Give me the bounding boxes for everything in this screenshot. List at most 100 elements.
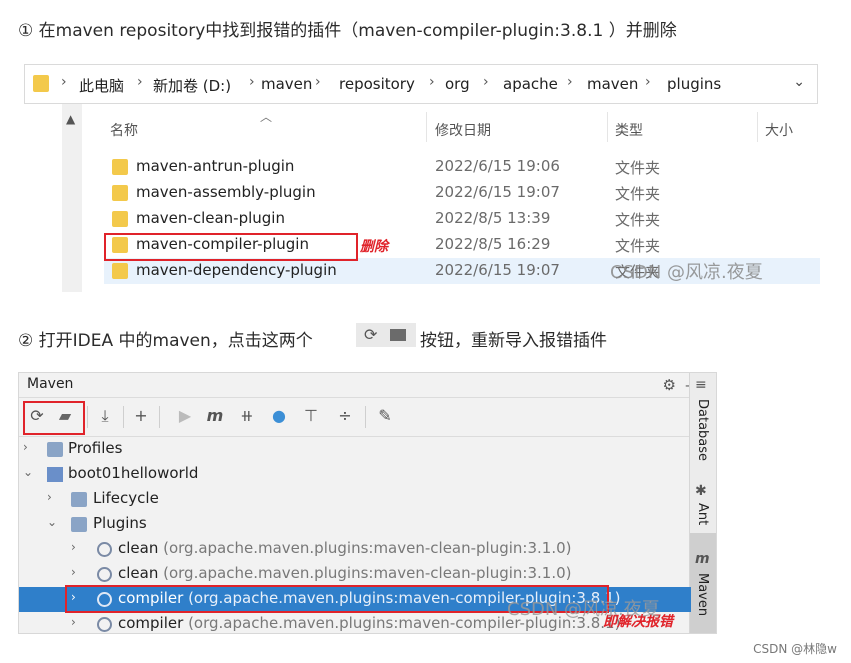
- tree-node-plugins[interactable]: ⌄ Plugins: [19, 512, 691, 537]
- tree-label: Lifecycle: [93, 489, 159, 507]
- chevron-down-icon[interactable]: ⌄: [23, 465, 33, 479]
- chevron-right-icon: ›: [645, 74, 651, 90]
- column-divider[interactable]: [426, 112, 427, 142]
- tree-node-project[interactable]: ⌄ boot01helloworld: [19, 462, 691, 487]
- step1-text: ① 在maven repository中找到报错的插件（maven-compil…: [18, 21, 677, 41]
- reload-icon: ⟳: [364, 325, 378, 344]
- file-type: 文件夹: [615, 237, 661, 255]
- tree-label: Plugins: [93, 514, 147, 532]
- delete-annotation: 删除: [360, 239, 388, 255]
- maven-icon: m: [695, 551, 710, 567]
- show-dependencies-icon[interactable]: ⊤: [301, 406, 321, 426]
- chevron-right-icon: ›: [61, 74, 67, 90]
- breadcrumb-drive[interactable]: 新加卷 (D:): [153, 75, 231, 96]
- file-date: 2022/8/5 13:39: [435, 209, 551, 227]
- list-item[interactable]: maven-antrun-plugin 2022/6/15 19:06 文件夹: [104, 154, 820, 180]
- tab-ant[interactable]: Ant: [695, 503, 710, 525]
- breadcrumb-apache[interactable]: apache: [503, 75, 558, 93]
- toolbar-divider: [123, 406, 124, 428]
- tree-label-group: clean (org.apache.maven.plugins:maven-cl…: [118, 564, 572, 582]
- tab-maven[interactable]: Maven: [695, 573, 710, 616]
- folder-sync-icon[interactable]: ▰: [55, 406, 75, 426]
- inline-toolbar-icons: ⟳: [356, 323, 416, 347]
- tree-label: boot01helloworld: [68, 464, 199, 482]
- tree-node-profiles[interactable]: › Profiles: [19, 437, 691, 462]
- highlight-box: [104, 233, 358, 261]
- chevron-right-icon[interactable]: ›: [23, 440, 28, 454]
- tree-label: Profiles: [68, 439, 123, 457]
- list-item[interactable]: maven-assembly-plugin 2022/6/15 19:07 文件…: [104, 180, 820, 206]
- download-icon[interactable]: ⤓: [95, 406, 115, 426]
- column-header-size[interactable]: 大小: [765, 120, 793, 140]
- file-date: 2022/6/15 19:07: [435, 183, 560, 201]
- file-name: maven-assembly-plugin: [136, 183, 316, 201]
- folder-icon: [33, 75, 49, 92]
- chevron-right-icon[interactable]: ›: [47, 490, 52, 504]
- plugin-gear-icon: [97, 567, 112, 582]
- reload-icon[interactable]: ⟳: [27, 406, 47, 426]
- wrench-icon[interactable]: ✎: [375, 406, 395, 426]
- breadcrumb-maven[interactable]: maven: [261, 75, 312, 93]
- tree-node-plugin[interactable]: › clean (org.apache.maven.plugins:maven-…: [19, 562, 691, 587]
- step2-text-after: 按钮，重新导入报错插件: [420, 331, 607, 351]
- breadcrumb-org[interactable]: org: [445, 75, 470, 93]
- toggle-offline-icon[interactable]: ⧺: [237, 406, 257, 426]
- maven-tool-window: Maven ⚙ — ⟳ ▰ ⤓ + ▶ m ⧺ ● ⊤ ÷ ✎ ≡ Databa…: [18, 372, 717, 634]
- chevron-right-icon[interactable]: ›: [71, 540, 76, 554]
- folder-icon: [112, 159, 128, 175]
- ant-icon: ✱: [695, 483, 707, 499]
- maven-goal-icon[interactable]: m: [205, 406, 225, 426]
- chevron-down-icon[interactable]: ⌄: [793, 74, 805, 90]
- breadcrumb-pc[interactable]: 此电脑: [79, 75, 124, 96]
- watermark: CSDN @风凉.夜夏: [610, 262, 763, 283]
- maven-module-icon: [47, 467, 63, 482]
- address-bar[interactable]: › 此电脑 › 新加卷 (D:) › maven › repository › …: [24, 64, 818, 104]
- scroll-up-icon[interactable]: ▲: [66, 112, 75, 126]
- toolbar-divider: [87, 406, 88, 428]
- gear-icon[interactable]: ⚙: [663, 376, 676, 394]
- add-icon[interactable]: +: [131, 406, 151, 426]
- chevron-down-icon[interactable]: ⌄: [47, 515, 57, 529]
- plugin-gear-icon: [97, 542, 112, 557]
- chevron-right-icon: ›: [137, 74, 143, 90]
- list-item[interactable]: maven-clean-plugin 2022/8/5 13:39 文件夹: [104, 206, 820, 232]
- file-date: 2022/6/15 19:07: [435, 261, 560, 279]
- file-type: 文件夹: [615, 159, 661, 177]
- tree-node-plugin[interactable]: › clean (org.apache.maven.plugins:maven-…: [19, 537, 691, 562]
- sort-ascending-icon: ︿: [260, 110, 273, 124]
- right-tool-strip: ≡ Database ✱ Ant m Maven: [689, 373, 716, 633]
- chevron-right-icon: ›: [483, 74, 489, 90]
- column-header-name[interactable]: 名称: [110, 120, 138, 140]
- tab-database[interactable]: Database: [695, 399, 710, 461]
- plugins-folder-icon: [71, 517, 87, 532]
- chevron-right-icon: ›: [429, 74, 435, 90]
- collapse-all-icon[interactable]: ÷: [335, 406, 355, 426]
- column-divider[interactable]: [757, 112, 758, 142]
- plugin-coordinates: (org.apache.maven.plugins:maven-clean-pl…: [163, 564, 572, 582]
- plugin-name: clean: [118, 564, 159, 582]
- skip-tests-icon[interactable]: ●: [269, 406, 289, 426]
- lifecycle-folder-icon: [71, 492, 87, 507]
- breadcrumb-repository[interactable]: repository: [339, 75, 415, 93]
- file-name: maven-clean-plugin: [136, 209, 285, 227]
- file-type: 文件夹: [615, 211, 661, 229]
- run-icon[interactable]: ▶: [175, 406, 195, 426]
- chevron-right-icon[interactable]: ›: [71, 565, 76, 579]
- scrollbar[interactable]: ▲: [62, 104, 82, 292]
- column-divider[interactable]: [607, 112, 608, 142]
- plugin-name: compiler: [118, 614, 184, 632]
- footer-credit: CSDN @林隐w: [753, 642, 837, 656]
- column-header-modified[interactable]: 修改日期: [435, 120, 491, 140]
- breadcrumb-plugins[interactable]: plugins: [667, 75, 721, 93]
- chevron-right-icon[interactable]: ›: [71, 615, 76, 629]
- breadcrumb-maven2[interactable]: maven: [587, 75, 638, 93]
- plugin-coordinates: (org.apache.maven.plugins:maven-clean-pl…: [163, 539, 572, 557]
- file-date: 2022/8/5 16:29: [435, 235, 551, 253]
- database-icon: ≡: [695, 377, 707, 393]
- watermark: CSDN @风凉.夜夏: [507, 599, 660, 620]
- column-header-type[interactable]: 类型: [615, 120, 643, 140]
- folder-sync-icon: [390, 329, 406, 341]
- folder-icon: [112, 185, 128, 201]
- tree-node-lifecycle[interactable]: › Lifecycle: [19, 487, 691, 512]
- profiles-folder-icon: [47, 442, 63, 457]
